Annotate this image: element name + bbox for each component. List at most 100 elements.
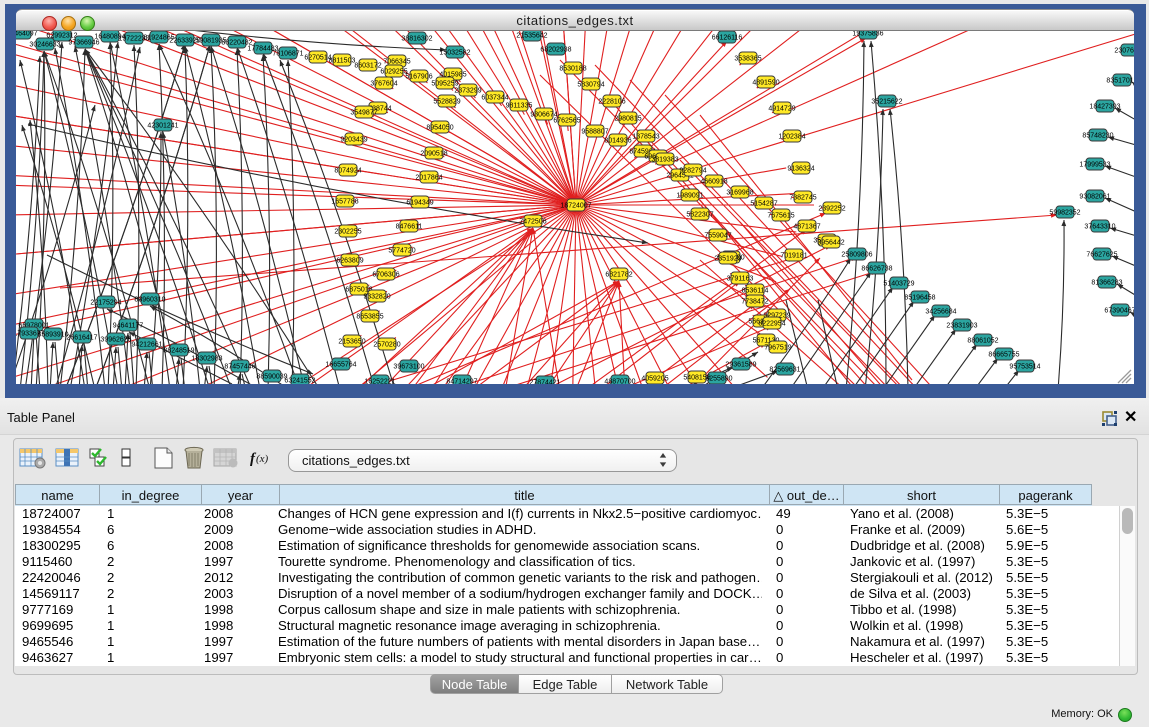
svg-text:51403729: 51403729 [883, 281, 914, 288]
svg-text:6762565: 6762565 [553, 118, 580, 125]
svg-text:85893910: 85893910 [37, 332, 68, 339]
svg-text:8954050: 8954050 [426, 125, 453, 132]
svg-text:2373299: 2373299 [454, 88, 481, 95]
svg-text:39673100: 39673100 [393, 364, 424, 371]
svg-text:85748230: 85748230 [1082, 133, 1113, 140]
svg-text:15032582: 15032582 [439, 50, 470, 57]
svg-text:2017864: 2017864 [415, 175, 442, 182]
svg-text:3956442: 3956442 [817, 240, 844, 247]
svg-text:4891590: 4891590 [752, 80, 779, 87]
svg-text:9332820: 9332820 [363, 294, 390, 301]
svg-text:4914729: 4914729 [768, 106, 795, 113]
svg-text:4660918: 4660918 [700, 179, 727, 186]
svg-text:8653855: 8653855 [356, 314, 383, 321]
svg-text:76627625: 76627625 [1086, 252, 1117, 259]
svg-text:48870700: 48870700 [604, 379, 635, 385]
svg-text:5154287: 5154287 [750, 201, 777, 208]
svg-text:1202384: 1202384 [778, 134, 805, 141]
svg-text:3549877: 3549877 [350, 110, 377, 117]
svg-text:5408156: 5408156 [683, 375, 710, 382]
svg-text:5095259: 5095259 [431, 81, 458, 88]
svg-text:23831903: 23831903 [946, 323, 977, 330]
svg-text:3538365: 3538365 [734, 56, 761, 63]
svg-text:53464097: 53464097 [16, 31, 38, 38]
svg-text:7559047: 7559047 [704, 233, 731, 240]
svg-text:26616417: 26616417 [66, 335, 97, 342]
svg-text:86665755: 86665755 [988, 352, 1019, 359]
svg-text:6263809: 6263809 [336, 258, 363, 265]
svg-text:18724007: 18724007 [560, 203, 591, 210]
svg-text:78106871: 78106871 [272, 51, 303, 58]
svg-text:97366946: 97366946 [68, 40, 99, 47]
svg-text:3791163: 3791163 [727, 276, 754, 283]
svg-text:27874421: 27874421 [529, 380, 560, 385]
svg-text:8074924: 8074924 [334, 168, 361, 175]
svg-text:5822307: 5822307 [686, 212, 713, 219]
svg-text:83960310: 83960310 [134, 297, 165, 304]
svg-text:2392252: 2392252 [818, 206, 845, 213]
svg-text:7382745: 7382745 [789, 195, 816, 202]
svg-text:42301241: 42301241 [147, 123, 178, 130]
svg-text:21535642: 21535642 [516, 33, 547, 40]
svg-text:7967519: 7967519 [764, 345, 791, 352]
svg-text:6821782: 6821782 [605, 272, 632, 279]
svg-text:6029255: 6029255 [380, 69, 407, 76]
svg-text:2570280: 2570280 [373, 342, 400, 349]
svg-text:2090518: 2090518 [420, 151, 447, 158]
svg-text:88248519: 88248519 [163, 348, 194, 355]
svg-text:1378543: 1378543 [632, 134, 659, 141]
svg-text:6270514: 6270514 [304, 55, 331, 62]
svg-text:88061052: 88061052 [967, 338, 998, 345]
svg-text:8536114: 8536114 [742, 288, 769, 295]
svg-text:81366283: 81366283 [1091, 280, 1122, 287]
svg-text:8014936: 8014936 [604, 138, 631, 145]
svg-text:9588807: 9588807 [581, 129, 608, 136]
svg-text:59982352: 59982352 [1049, 210, 1080, 217]
svg-text:9136324: 9136324 [787, 166, 814, 173]
svg-text:2351929: 2351929 [714, 256, 741, 263]
svg-text:62992312: 62992312 [46, 33, 77, 40]
svg-text:1657788: 1657788 [331, 199, 358, 206]
svg-text:37643310: 37643310 [1084, 224, 1115, 231]
svg-text:16252221: 16252221 [364, 379, 395, 385]
svg-text:68202938: 68202938 [540, 47, 571, 54]
svg-text:9203439: 9203439 [340, 137, 367, 144]
svg-text:(x): (x) [256, 453, 269, 465]
svg-text:8530188: 8530188 [559, 66, 586, 73]
svg-text:23076910: 23076910 [1114, 48, 1134, 55]
svg-text:5774720: 5774720 [388, 248, 415, 255]
svg-text:85196458: 85196458 [904, 295, 935, 302]
svg-text:83517017: 83517017 [1106, 78, 1134, 85]
svg-text:94212661: 94212661 [131, 342, 162, 349]
svg-text:4059205: 4059205 [641, 376, 668, 383]
svg-text:94641177: 94641177 [113, 323, 144, 330]
svg-text:38816302: 38816302 [401, 36, 432, 43]
svg-text:7066345: 7066345 [383, 59, 410, 66]
svg-text:25809806: 25809806 [841, 252, 872, 259]
svg-text:39962626: 39962626 [100, 337, 131, 344]
svg-text:84714297: 84714297 [446, 379, 477, 385]
svg-text:6706306: 6706306 [372, 272, 399, 279]
svg-text:9811335: 9811335 [506, 103, 533, 110]
svg-text:86626738: 86626738 [861, 266, 892, 273]
svg-text:3169968: 3169968 [726, 190, 753, 197]
svg-text:7019181: 7019181 [780, 253, 807, 260]
svg-text:35215622: 35215622 [871, 99, 902, 106]
svg-text:63241552: 63241552 [284, 378, 315, 385]
svg-text:8476611: 8476611 [396, 224, 423, 231]
svg-text:22175294: 22175294 [90, 300, 121, 307]
svg-text:4871367: 4871367 [793, 224, 820, 231]
svg-text:5167906: 5167906 [405, 74, 432, 81]
svg-text:6194349: 6194349 [406, 200, 433, 207]
svg-text:95753514: 95753514 [1009, 364, 1040, 371]
svg-text:29361589: 29361589 [725, 362, 756, 369]
svg-text:16655764: 16655764 [325, 362, 356, 369]
svg-text:5528829: 5528829 [433, 99, 460, 106]
svg-text:8222954: 8222954 [758, 321, 785, 328]
svg-text:67390467: 67390467 [1104, 308, 1134, 315]
svg-text:34256684: 34256684 [925, 309, 956, 316]
svg-text:8603172: 8603172 [354, 63, 381, 70]
svg-text:9282794: 9282794 [679, 168, 706, 175]
svg-text:66126116: 66126116 [712, 35, 743, 42]
svg-text:3819383: 3819383 [651, 157, 678, 164]
